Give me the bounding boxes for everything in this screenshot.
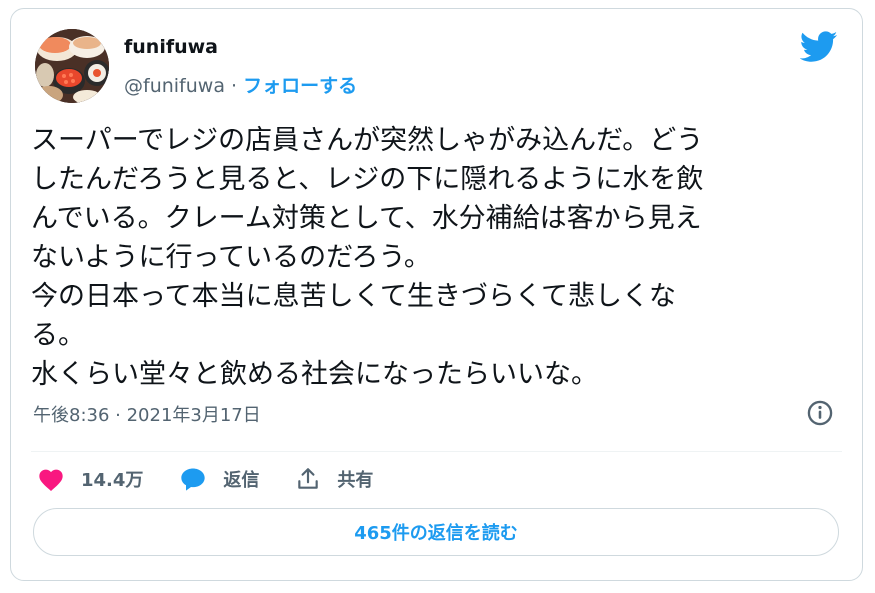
- speech-bubble-icon: [181, 468, 206, 491]
- like-count: 14.4万: [81, 470, 144, 491]
- avatar[interactable]: [35, 29, 109, 103]
- handle-separator: ·: [224, 75, 244, 97]
- author-handle[interactable]: @funifuwa: [124, 75, 225, 97]
- info-circle-icon[interactable]: [806, 399, 834, 427]
- share-button[interactable]: 共有: [295, 466, 373, 492]
- tweet-card: funifuwa @funifuwa · フォローする スーパーでレジの店員さん…: [10, 8, 863, 581]
- share-label: 共有: [337, 470, 374, 491]
- twitter-bird-icon[interactable]: [800, 31, 838, 63]
- avatar-sushi-image: [35, 29, 109, 103]
- reply-button[interactable]: 返信: [179, 466, 259, 492]
- tweet-actions-bar: 14.4万 返信 共有: [37, 461, 409, 497]
- tweet-text: スーパーでレジの店員さんが突然しゃがみ込んだ。どう したんだろうと見ると、レジの…: [31, 125, 704, 390]
- share-upload-icon: [298, 468, 319, 489]
- author-display-name[interactable]: funifuwa: [124, 36, 218, 58]
- reply-label: 返信: [223, 470, 260, 491]
- follow-link[interactable]: フォローする: [243, 75, 357, 97]
- read-replies-button[interactable]: 465件の返信を読む: [33, 508, 839, 556]
- actions-divider: [31, 451, 842, 452]
- tweet-timestamp[interactable]: 午後8:36 · 2021年3月17日: [33, 401, 261, 427]
- heart-icon: [39, 469, 63, 492]
- like-button[interactable]: 14.4万: [37, 466, 143, 492]
- author-handle-row: @funifuwa · フォローする: [124, 71, 357, 98]
